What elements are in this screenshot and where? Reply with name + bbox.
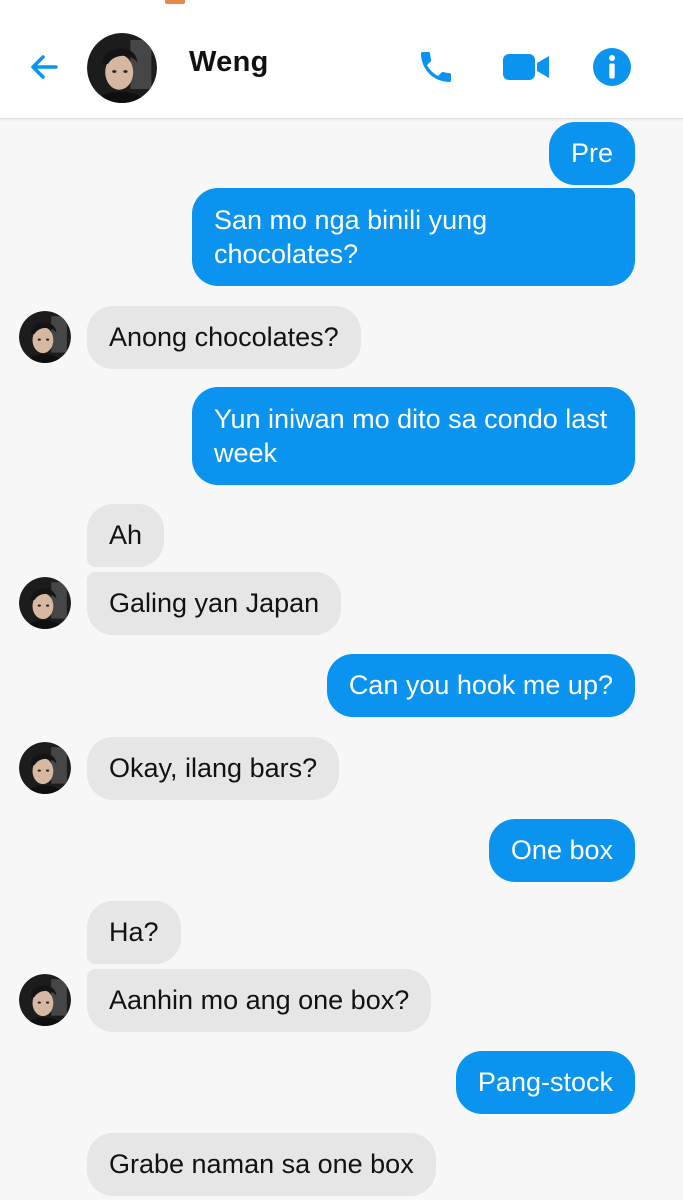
message-bubble[interactable]: Anong chocolates? bbox=[87, 306, 361, 369]
phone-icon[interactable] bbox=[416, 47, 456, 87]
message-bubble[interactable]: Galing yan Japan bbox=[87, 572, 342, 635]
message-bubble[interactable]: Pang-stock bbox=[455, 1051, 635, 1114]
avatar[interactable] bbox=[19, 974, 71, 1026]
chat-header: Weng bbox=[0, 0, 683, 119]
message-bubble[interactable]: San mo nga binili yung chocolates? bbox=[192, 188, 635, 286]
message-bubble[interactable]: Yun iniwan mo dito sa condo last week bbox=[192, 387, 635, 485]
contact-name[interactable]: Weng bbox=[189, 46, 269, 79]
info-icon[interactable] bbox=[592, 47, 632, 87]
message-bubble[interactable]: Okay, ilang bars? bbox=[87, 737, 340, 800]
avatar[interactable] bbox=[19, 577, 71, 629]
avatar[interactable] bbox=[19, 311, 71, 363]
avatar[interactable] bbox=[19, 742, 71, 794]
message-bubble[interactable]: Pre bbox=[548, 122, 635, 185]
avatar[interactable] bbox=[87, 33, 157, 103]
message-bubble[interactable]: Aanhin mo ang one box? bbox=[87, 969, 432, 1032]
video-camera-icon[interactable] bbox=[502, 47, 550, 87]
message-bubble[interactable]: Ah bbox=[87, 504, 165, 567]
arrow-left-icon[interactable] bbox=[26, 48, 64, 86]
message-bubble[interactable]: Grabe naman sa one box bbox=[87, 1133, 436, 1196]
status-indicator bbox=[165, 0, 185, 4]
message-bubble[interactable]: One box bbox=[488, 819, 635, 882]
message-bubble[interactable]: Can you hook me up? bbox=[326, 654, 635, 717]
message-bubble[interactable]: Ha? bbox=[87, 901, 181, 964]
